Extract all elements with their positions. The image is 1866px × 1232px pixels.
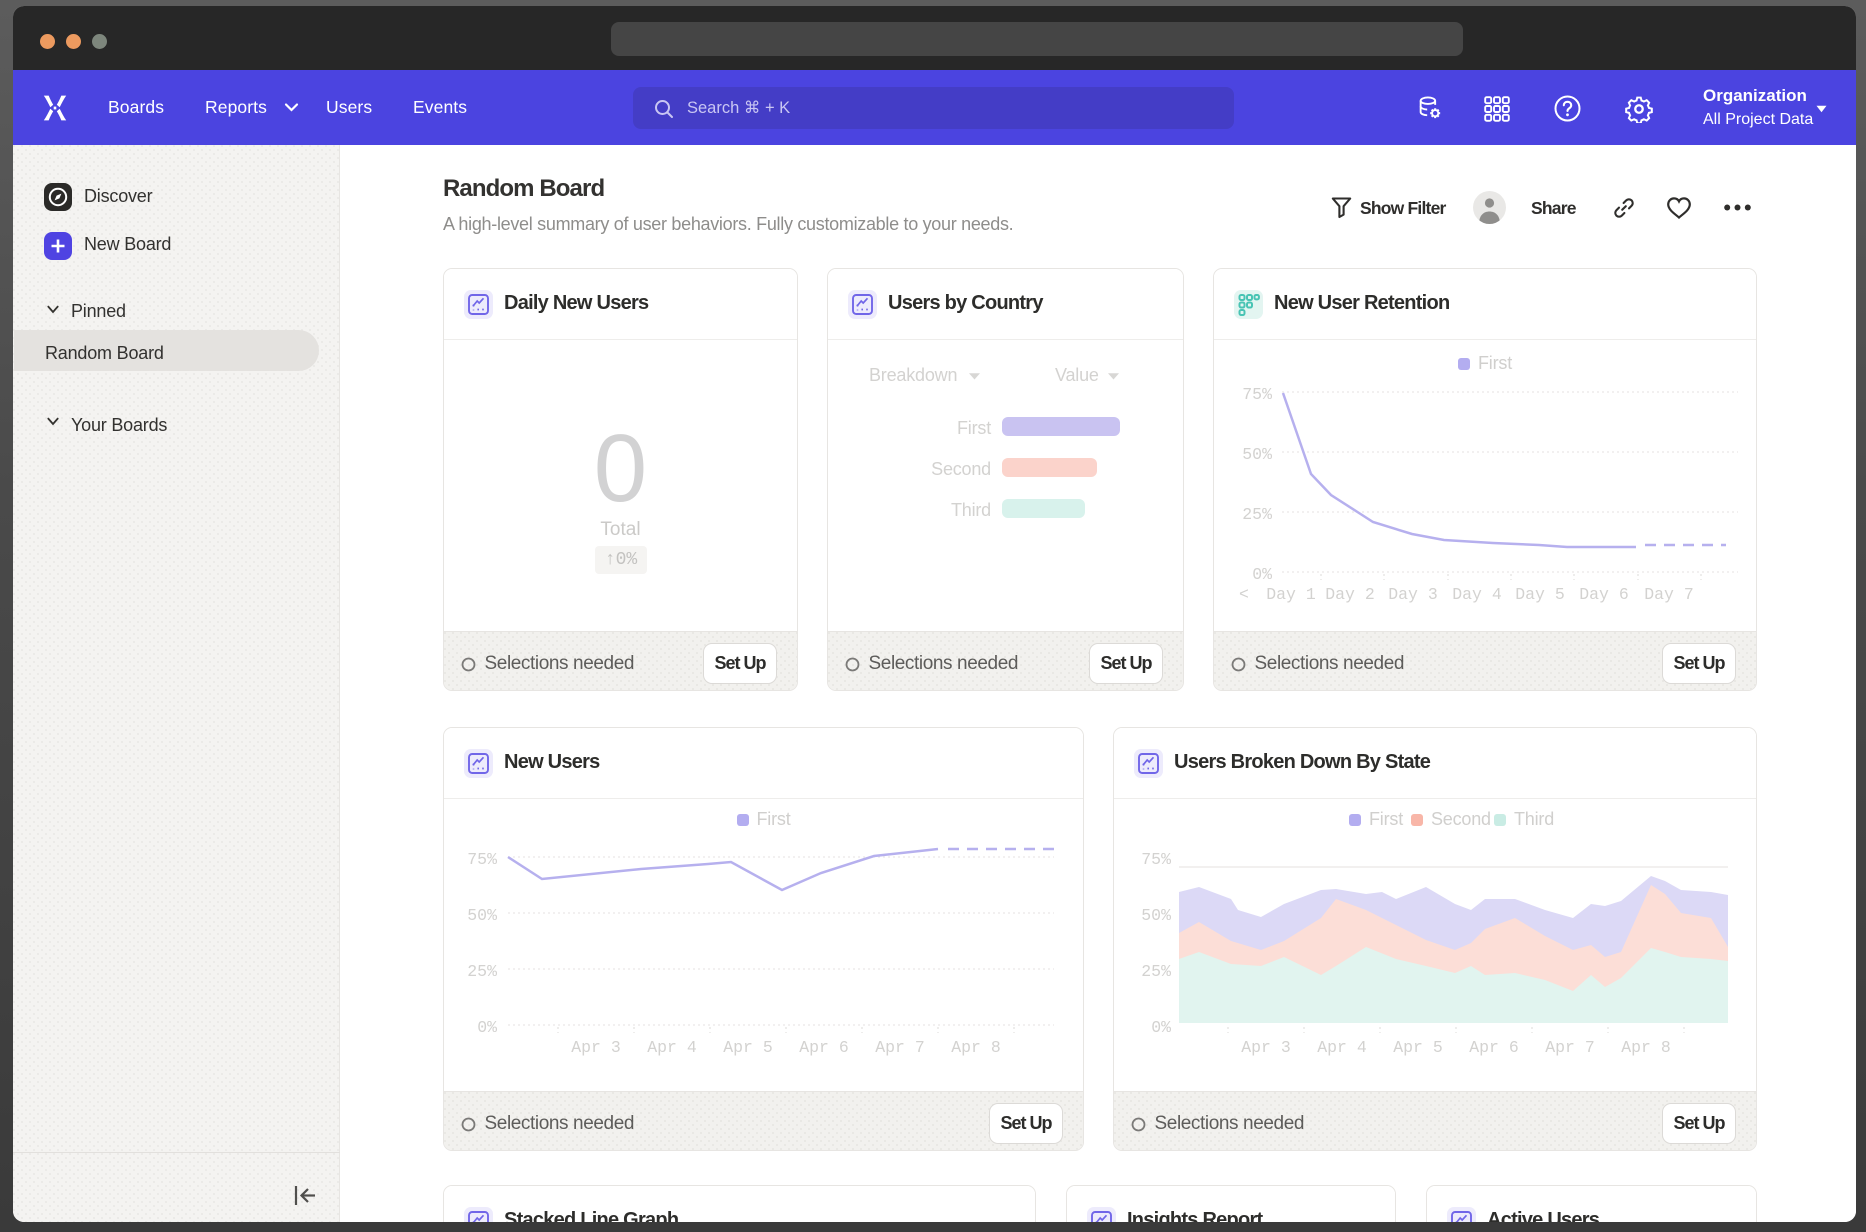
svg-text:Day 5: Day 5 [1515, 585, 1565, 604]
svg-text:50%: 50% [1141, 906, 1171, 925]
svg-text:Day 6: Day 6 [1579, 585, 1629, 604]
svg-text:Day 4: Day 4 [1452, 585, 1502, 604]
svg-text:50%: 50% [1242, 445, 1272, 464]
svg-text:Apr 7: Apr 7 [875, 1038, 925, 1057]
svg-text:75%: 75% [1141, 850, 1171, 869]
svg-text:75%: 75% [1242, 385, 1272, 404]
svg-text:75%: 75% [467, 850, 497, 869]
svg-text:Apr 4: Apr 4 [1317, 1038, 1367, 1057]
svg-text:Apr 3: Apr 3 [1241, 1038, 1291, 1057]
svg-text:Apr 8: Apr 8 [1621, 1038, 1671, 1057]
svg-text:<: < [1239, 585, 1249, 604]
svg-text:Day 7: Day 7 [1644, 585, 1694, 604]
svg-text:25%: 25% [467, 962, 497, 981]
svg-text:Apr 3: Apr 3 [571, 1038, 621, 1057]
svg-text:Apr 8: Apr 8 [951, 1038, 1001, 1057]
svg-text:Apr 7: Apr 7 [1545, 1038, 1595, 1057]
svg-text:25%: 25% [1141, 962, 1171, 981]
svg-text:Apr 6: Apr 6 [799, 1038, 849, 1057]
svg-text:Day 1: Day 1 [1266, 585, 1316, 604]
svg-text:Apr 5: Apr 5 [723, 1038, 773, 1057]
svg-text:Day 2: Day 2 [1325, 585, 1375, 604]
svg-text:Apr 4: Apr 4 [647, 1038, 697, 1057]
svg-text:0%: 0% [1252, 565, 1272, 584]
svg-text:Apr 5: Apr 5 [1393, 1038, 1443, 1057]
svg-text:50%: 50% [467, 906, 497, 925]
svg-text:25%: 25% [1242, 505, 1272, 524]
svg-text:0%: 0% [1151, 1018, 1171, 1037]
svg-text:Apr 6: Apr 6 [1469, 1038, 1519, 1057]
svg-text:Day 3: Day 3 [1388, 585, 1438, 604]
svg-text:0%: 0% [477, 1018, 497, 1037]
